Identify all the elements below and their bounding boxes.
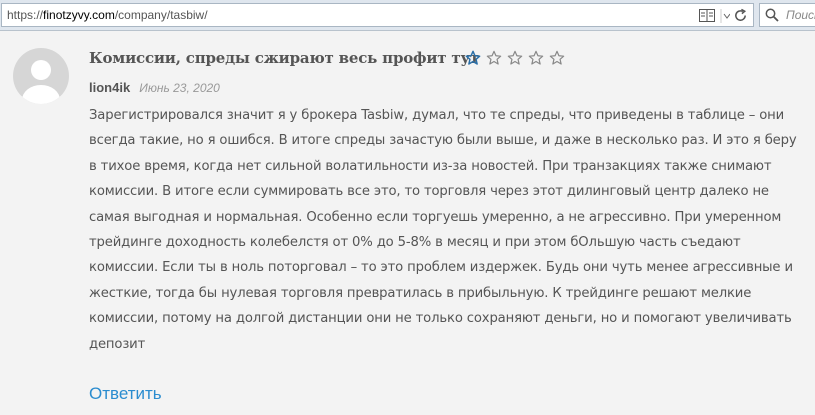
review-meta: lion4ik Июнь 23, 2020 bbox=[89, 77, 220, 96]
rating-stars bbox=[465, 50, 570, 68]
review-body: Зарегистрировался значит я у брокера Tas… bbox=[89, 108, 797, 352]
star-empty-icon bbox=[549, 50, 565, 65]
reply-link[interactable]: Ответить bbox=[89, 384, 162, 404]
star-empty-icon bbox=[507, 50, 523, 65]
url-host: finotzyvy.com bbox=[43, 8, 115, 22]
refresh-icon[interactable] bbox=[733, 8, 748, 23]
review-title: Комиссии, спреды сжирают весь профит тут bbox=[89, 49, 480, 67]
search-placeholder: Поиск bbox=[786, 8, 815, 22]
dropdown-arrow-icon[interactable] bbox=[720, 8, 730, 24]
address-bar[interactable]: https://finotzyvy.com/company/tasbiw/ bbox=[1, 3, 754, 27]
search-input[interactable]: Поиск bbox=[759, 3, 815, 27]
star-empty-icon bbox=[486, 50, 502, 65]
avatar bbox=[13, 48, 69, 104]
review-date: Июнь 23, 2020 bbox=[139, 81, 220, 95]
star-filled-icon bbox=[465, 50, 481, 65]
url-path: /company/tasbiw/ bbox=[114, 8, 208, 22]
star-empty-icon bbox=[528, 50, 544, 65]
search-icon bbox=[765, 8, 779, 22]
review-author: lion4ik bbox=[89, 80, 131, 95]
url-text[interactable]: https://finotzyvy.com/company/tasbiw/ bbox=[7, 8, 208, 22]
reader-view-icon[interactable] bbox=[699, 9, 715, 22]
url-protocol: https:// bbox=[7, 8, 44, 22]
browser-toolbar: https://finotzyvy.com/company/tasbiw/ По… bbox=[0, 0, 815, 31]
user-silhouette-icon bbox=[22, 60, 60, 104]
